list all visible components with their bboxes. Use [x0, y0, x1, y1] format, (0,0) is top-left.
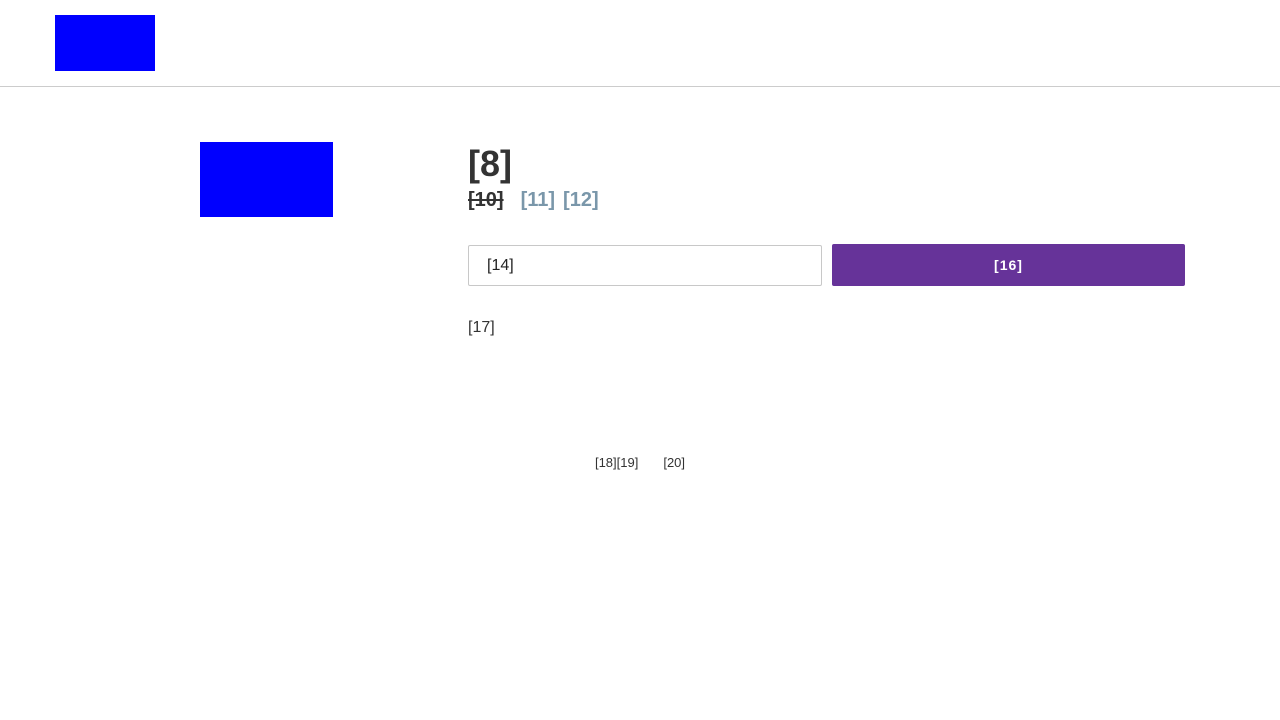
site-header: [0, 0, 1280, 87]
product-title: [8]: [468, 143, 512, 184]
site-logo[interactable]: [55, 15, 155, 71]
price-unit: [12]: [563, 189, 599, 211]
original-price: [10]: [468, 189, 504, 211]
site-footer: [18] [19] [20]: [0, 452, 1280, 472]
footer-text-a: [18]: [594, 454, 617, 470]
product-image: [200, 142, 333, 217]
sale-price: [11]: [520, 189, 556, 211]
add-to-cart-button[interactable]: [16]: [832, 244, 1185, 286]
price-row: [10] [11] [12]: [468, 186, 599, 214]
footer-link-c[interactable]: [20]: [663, 455, 685, 470]
product-description: [17]: [468, 319, 495, 336]
quantity-input[interactable]: [468, 245, 822, 286]
footer-link-b[interactable]: [19]: [617, 455, 639, 470]
